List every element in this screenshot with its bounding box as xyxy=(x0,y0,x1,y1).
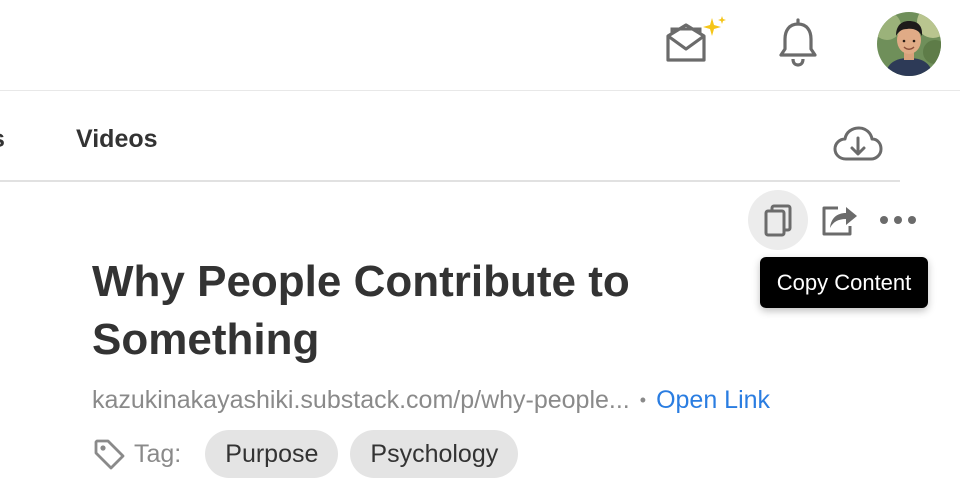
top-bar xyxy=(0,0,960,91)
tooltip: Copy Content xyxy=(760,257,928,308)
tag-chip-psychology[interactable]: Psychology xyxy=(350,430,519,478)
more-horizontal-icon[interactable] xyxy=(874,200,922,240)
page-title: Why People Contribute to Something xyxy=(92,257,630,364)
open-link[interactable]: Open Link xyxy=(656,386,770,415)
share-icon[interactable] xyxy=(812,196,864,244)
article-url: kazukinakayashiki.substack.com/p/why-peo… xyxy=(92,385,630,414)
tabs-row: s Videos xyxy=(0,91,900,182)
tag-chip-purpose[interactable]: Purpose xyxy=(205,430,339,478)
bell-icon[interactable] xyxy=(775,18,821,68)
cloud-download-icon[interactable] xyxy=(833,124,883,164)
copy-icon[interactable] xyxy=(748,190,808,250)
tab-partial[interactable]: s xyxy=(0,125,5,154)
separator-dot: • xyxy=(639,389,647,410)
tag-row: Tag: Purpose Psychology xyxy=(92,430,530,478)
tag-icon xyxy=(92,436,128,472)
tab-videos[interactable]: Videos xyxy=(76,125,158,154)
sparkle-mail-icon[interactable] xyxy=(662,16,728,68)
link-row: kazukinakayashiki.substack.com/p/why-peo… xyxy=(92,381,912,419)
tag-label: Tag: xyxy=(134,439,182,468)
user-avatar[interactable] xyxy=(877,12,941,76)
